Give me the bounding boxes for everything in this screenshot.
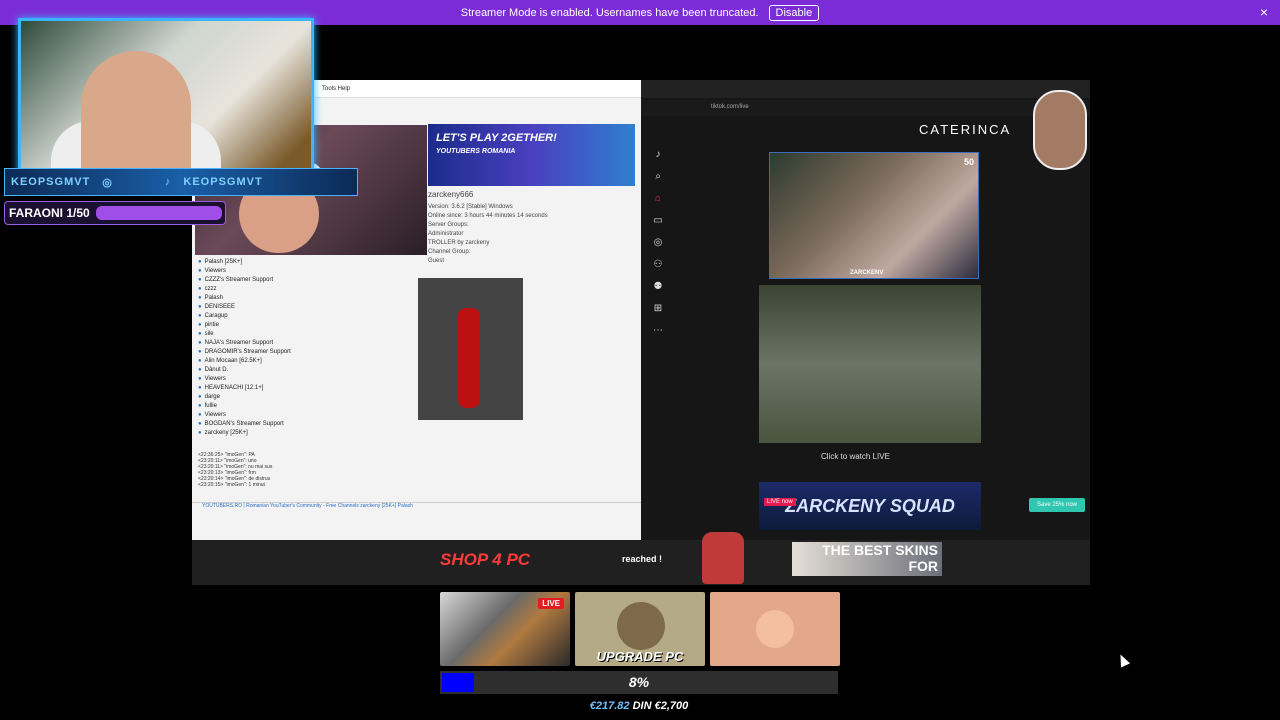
cougar-avatar — [617, 602, 665, 650]
progress-percent: 8% — [628, 674, 650, 690]
disable-button[interactable]: Disable — [768, 4, 820, 21]
faraoni-label: FARAONI 1/50 — [9, 206, 90, 220]
username: zarckeny666 — [428, 190, 474, 199]
info-line: Server Groups: — [428, 222, 469, 228]
main-webcam — [18, 18, 314, 182]
tree-item[interactable]: Alin Mocaan [62.5K+] — [198, 357, 408, 366]
tree-item[interactable]: DENISEEE — [198, 303, 408, 312]
player-figure — [458, 308, 480, 408]
save-button[interactable]: Save 25% now — [1029, 498, 1085, 512]
camera-label: ZARCKENV — [850, 270, 884, 276]
social-handle: KEOPSGMVT — [11, 176, 91, 188]
teamspeak-banner: LET'S PLAY 2GETHER! YOUTUBERS ROMANIA — [428, 124, 635, 186]
streamer-mode-message: Streamer Mode is enabled. Usernames have… — [460, 6, 759, 19]
info-line: Version: 3.6.2 [Stable] Windows — [428, 204, 513, 210]
tree-item[interactable]: Viewers — [198, 411, 408, 420]
live-icon[interactable]: ▭ — [651, 210, 665, 232]
tree-item[interactable]: BOGDAN's Streamer Support — [198, 420, 408, 429]
url-bar[interactable]: tiktok.com/live — [641, 100, 1090, 116]
goal-current: €217.82 — [589, 700, 630, 712]
user-photo — [418, 278, 523, 420]
upgrade-label: UPGRADE PC — [596, 649, 684, 664]
tree-item[interactable]: NAJA's Streamer Support — [198, 339, 408, 348]
upgrade-pc-thumbnail[interactable]: UPGRADE PC — [575, 592, 705, 666]
tree-item[interactable]: zarckeny [25K+] — [198, 429, 408, 438]
tree-item[interactable]: DRAGOMIR's Streamer Support — [198, 348, 408, 357]
shared-screen: Tools Help LET'S PLAY 2GETHER! YOUTUBERS… — [192, 80, 1090, 585]
info-line: Administrator — [428, 231, 464, 237]
more-icon[interactable]: ⋯ — [651, 320, 665, 342]
close-icon[interactable]: × — [1260, 4, 1268, 20]
chat-log: <22:36:25> "imoGen": PA <23:20:11> "imoG… — [198, 452, 628, 500]
tree-item[interactable]: czzz — [198, 285, 408, 294]
goal-reached-text: reached ! — [622, 554, 663, 564]
viewer-count: 50 — [963, 157, 974, 167]
tree-item[interactable]: Dânut D. — [198, 366, 408, 375]
streamer-head — [81, 51, 191, 181]
goal-target: €2,700 — [654, 700, 689, 712]
mouse-cursor-icon — [1115, 652, 1131, 668]
faraoni-bar — [95, 206, 222, 220]
chat-line: <23:20:15> "imoGen": 1 minut — [198, 482, 265, 488]
chat-tabs[interactable]: YOUTUBERS.RO | Romanian YouTuber's Commu… — [192, 502, 641, 515]
search-icon[interactable]: ⌕ — [651, 166, 665, 188]
watch-live-link[interactable]: Click to watch LIVE — [821, 452, 890, 461]
shop-logo: SHOP 4 PC — [440, 550, 531, 569]
tree-item[interactable]: pintie — [198, 321, 408, 330]
avatar-thumbnail[interactable] — [710, 592, 840, 666]
goal-separator: DIN — [632, 700, 652, 712]
user-info: zarckeny666 Version: 3.6.2 [Stable] Wind… — [428, 190, 628, 266]
upload-icon[interactable]: ⊞ — [651, 298, 665, 320]
donation-progress: 8% — [440, 671, 838, 694]
kangaroo-mascot — [702, 532, 744, 584]
banner-title: LET'S PLAY 2GETHER! — [436, 132, 557, 144]
home-icon[interactable]: ⌂ — [651, 188, 665, 210]
live-thumbnail[interactable]: LIVE — [440, 592, 570, 666]
following-icon[interactable]: ⚇ — [651, 254, 665, 276]
avatar — [756, 610, 794, 648]
explore-icon[interactable]: ◎ — [651, 232, 665, 254]
tree-item[interactable]: Palash [25K+] — [198, 258, 408, 267]
squad-banner: ZARCKENY SQUAD — [759, 482, 981, 530]
tree-item[interactable]: sile — [198, 330, 408, 339]
tree-item[interactable]: darge — [198, 393, 408, 402]
channel-tree[interactable]: Palash [25K+] Viewers CZZZ's Streamer Su… — [198, 258, 408, 448]
tree-item[interactable]: CZZZ's Streamer Support — [198, 276, 408, 285]
tiktok-browser: tiktok.com/live ♪ ⌕ ⌂ ▭ ◎ ⚇ ⚉ ⊞ ⋯ CATERI… — [641, 80, 1090, 540]
tree-item[interactable]: HEAVENACHI [12.1+] — [198, 384, 408, 393]
friends-icon[interactable]: ⚉ — [651, 276, 665, 298]
donation-goal: €217.82 DIN €2,700 — [440, 700, 838, 712]
instagram-icon: ◎ — [102, 176, 113, 189]
browser-tabs[interactable] — [641, 80, 1090, 98]
skins-ad: THE BEST SKINS FOR — [792, 542, 942, 576]
faraoni-counter: FARAONI 1/50 — [4, 201, 226, 225]
social-bar: KEOPSGMVT ◎ ♪ KEOPSGMVT — [4, 168, 358, 196]
info-line: TROLLER by zarckeny — [428, 240, 490, 246]
info-line: Guest — [428, 258, 445, 264]
tiktok-logo-icon[interactable]: ♪ — [651, 144, 665, 166]
stream-gameplay[interactable] — [759, 285, 981, 443]
tree-item[interactable]: Caragup — [198, 312, 408, 321]
tree-item[interactable]: Viewers — [198, 375, 408, 384]
info-line: Channel Group: — [428, 249, 471, 255]
live-now-badge: LIVE now — [764, 498, 796, 506]
live-badge: LIVE — [538, 598, 564, 609]
tree-item[interactable]: Palash — [198, 294, 408, 303]
info-line: Online since: 3 hours 44 minutes 14 seco… — [428, 213, 548, 219]
tree-item[interactable]: fullie — [198, 402, 408, 411]
taskbar: SHOP 4 PC reached ! THE BEST SKINS FOR — [192, 532, 1090, 585]
tiktok-icon: ♪ — [164, 176, 172, 188]
stream-camera[interactable]: 50 ZARCKENV — [769, 152, 979, 279]
social-handle-2: KEOPSGMVT — [183, 176, 263, 188]
streamer-avatar — [1033, 90, 1087, 170]
streamer-name: CATERINCA — [919, 122, 1012, 137]
tree-item[interactable]: Viewers — [198, 267, 408, 276]
tiktok-sidebar[interactable]: ♪ ⌕ ⌂ ▭ ◎ ⚇ ⚉ ⊞ ⋯ — [651, 144, 665, 342]
banner-subtitle: YOUTUBERS ROMANIA — [436, 148, 516, 155]
